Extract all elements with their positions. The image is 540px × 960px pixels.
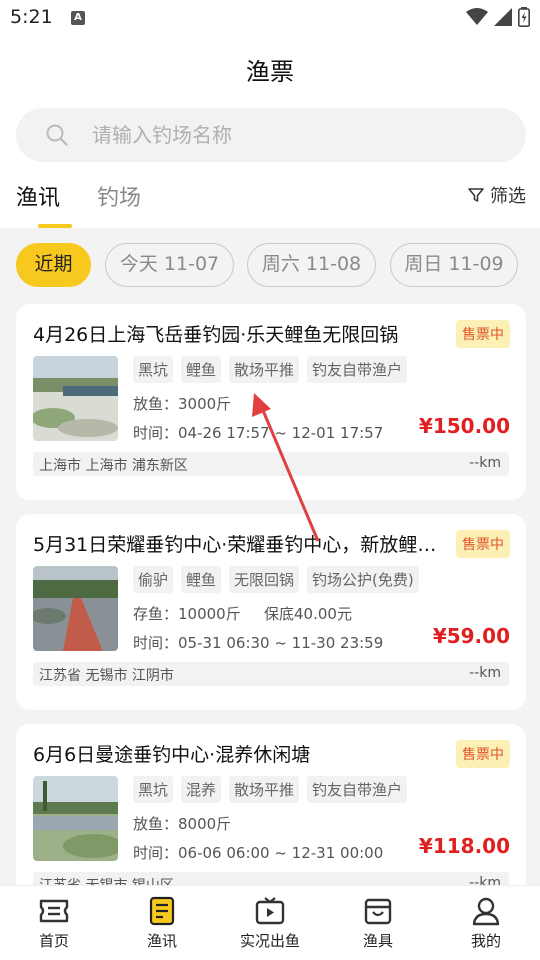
search-bar[interactable] bbox=[16, 108, 526, 162]
nav-home[interactable]: 首页 bbox=[0, 896, 108, 951]
profile-icon bbox=[472, 897, 500, 926]
active-tab-indicator bbox=[38, 224, 72, 228]
tag: 散场平推 bbox=[229, 356, 300, 383]
distance: --km bbox=[469, 455, 501, 471]
battery-icon bbox=[518, 7, 530, 27]
tag: 无限回锅 bbox=[229, 566, 300, 593]
status-badge: 售票中 bbox=[456, 320, 510, 348]
card-title: 6月6日曼途垂钓中心·混养休闲塘 bbox=[33, 744, 311, 766]
fish-stock: 存鱼：10000斤 bbox=[133, 605, 241, 623]
card-title: 5月31日荣耀垂钓中心·荣耀垂钓中心，新放鲤鱼… bbox=[33, 534, 443, 556]
filter-button[interactable]: 筛选 bbox=[468, 182, 526, 208]
news-icon bbox=[149, 896, 175, 926]
status-bar: 5:21 A bbox=[0, 0, 540, 36]
event-card[interactable]: 5月31日荣耀垂钓中心·荣耀垂钓中心，新放鲤鱼… 售票中 偷驴 鲤鱼 无限回锅 … bbox=[16, 514, 526, 710]
tag: 鲤鱼 bbox=[181, 566, 222, 593]
system-icons bbox=[466, 7, 530, 27]
nav-label: 首页 bbox=[38, 932, 69, 950]
tag: 散场平推 bbox=[229, 776, 300, 803]
time-range: 时间：05-31 06:30 ~ 11-30 23:59 bbox=[133, 634, 384, 652]
tab-fishing-spots[interactable]: 钓场 bbox=[97, 180, 141, 212]
status-badge: 售票中 bbox=[456, 530, 510, 558]
chip-today[interactable]: 今天 11-07 bbox=[105, 243, 234, 287]
search-icon bbox=[46, 124, 68, 146]
tag: 钓友自带渔户 bbox=[307, 356, 408, 383]
shop-icon bbox=[364, 898, 392, 925]
signal-icon bbox=[494, 8, 512, 26]
event-card[interactable]: 4月26日上海飞岳垂钓园·乐天鲤鱼无限回锅 售票中 黑坑 鲤鱼 散场平推 钓友自… bbox=[16, 304, 526, 500]
ticket-icon bbox=[39, 899, 69, 923]
tag: 偷驴 bbox=[133, 566, 174, 593]
nav-label: 实况出鱼 bbox=[239, 932, 300, 950]
chip-saturday[interactable]: 周六 11-08 bbox=[247, 243, 376, 287]
search-input[interactable] bbox=[74, 108, 494, 162]
distance: --km bbox=[469, 665, 501, 681]
location-bar: 江苏省 无锡市 江阴市 --km bbox=[33, 662, 509, 686]
chip-sunday[interactable]: 周日 11-09 bbox=[390, 243, 518, 287]
tag: 混养 bbox=[181, 776, 222, 803]
status-time: 5:21 bbox=[10, 6, 53, 28]
live-tv-icon bbox=[255, 897, 285, 925]
nav-news[interactable]: 渔讯 bbox=[108, 896, 216, 951]
tag-list: 黑坑 鲤鱼 散场平推 钓友自带渔户 bbox=[133, 356, 408, 383]
nav-label: 渔具 bbox=[362, 932, 393, 950]
page-title: 渔票 bbox=[246, 58, 294, 86]
location-bar: 上海市 上海市 浦东新区 --km bbox=[33, 452, 509, 476]
filter-label: 筛选 bbox=[490, 186, 526, 207]
location-text: 上海市 上海市 浦东新区 bbox=[39, 458, 188, 474]
minimum-guarantee: 保底40.00元 bbox=[264, 605, 352, 623]
fish-amount: 放鱼：3000斤 bbox=[133, 395, 232, 413]
time-range: 时间：06-06 06:00 ~ 12-31 00:00 bbox=[133, 844, 384, 862]
location-text: 江苏省 无锡市 江阴市 bbox=[39, 668, 174, 684]
filter-icon bbox=[468, 188, 484, 202]
tag-list: 黑坑 混养 散场平推 钓友自带渔户 bbox=[133, 776, 408, 803]
tab-news[interactable]: 渔讯 bbox=[16, 180, 60, 212]
tag: 钓友自带渔户 bbox=[307, 776, 408, 803]
status-badge: 售票中 bbox=[456, 740, 510, 768]
date-chip-row: 近期 今天 11-07 周六 11-08 周日 11-09 bbox=[16, 243, 540, 287]
fish-amount: 放鱼：8000斤 bbox=[133, 815, 232, 833]
tag: 钓场公护(免费) bbox=[307, 566, 419, 593]
nav-profile[interactable]: 我的 bbox=[432, 896, 540, 951]
notification-a-icon: A bbox=[71, 11, 85, 25]
nav-label: 我的 bbox=[470, 932, 501, 950]
nav-live[interactable]: 实况出鱼 bbox=[216, 896, 324, 951]
bottom-navigation: 首页 渔讯 实况出鱼 渔具 我的 bbox=[0, 885, 540, 960]
nav-gear[interactable]: 渔具 bbox=[324, 896, 432, 951]
price: ¥150.00 bbox=[418, 414, 510, 438]
pond-photo bbox=[33, 776, 118, 861]
header-area: 5:21 A 渔票 渔讯 钓场 筛选 bbox=[0, 0, 540, 228]
pond-photo bbox=[33, 566, 118, 651]
tag: 鲤鱼 bbox=[181, 356, 222, 383]
tag: 黑坑 bbox=[133, 356, 174, 383]
tag: 黑坑 bbox=[133, 776, 174, 803]
wifi-icon bbox=[466, 8, 488, 25]
nav-label: 渔讯 bbox=[146, 932, 177, 950]
time-range: 时间：04-26 17:57 ~ 12-01 17:57 bbox=[133, 424, 384, 442]
price: ¥118.00 bbox=[418, 834, 510, 858]
chip-recent[interactable]: 近期 bbox=[16, 243, 91, 287]
tag-list: 偷驴 鲤鱼 无限回锅 钓场公护(免费) bbox=[133, 566, 419, 593]
card-title: 4月26日上海飞岳垂钓园·乐天鲤鱼无限回锅 bbox=[33, 324, 399, 346]
pond-photo bbox=[33, 356, 118, 441]
price: ¥59.00 bbox=[432, 624, 510, 648]
